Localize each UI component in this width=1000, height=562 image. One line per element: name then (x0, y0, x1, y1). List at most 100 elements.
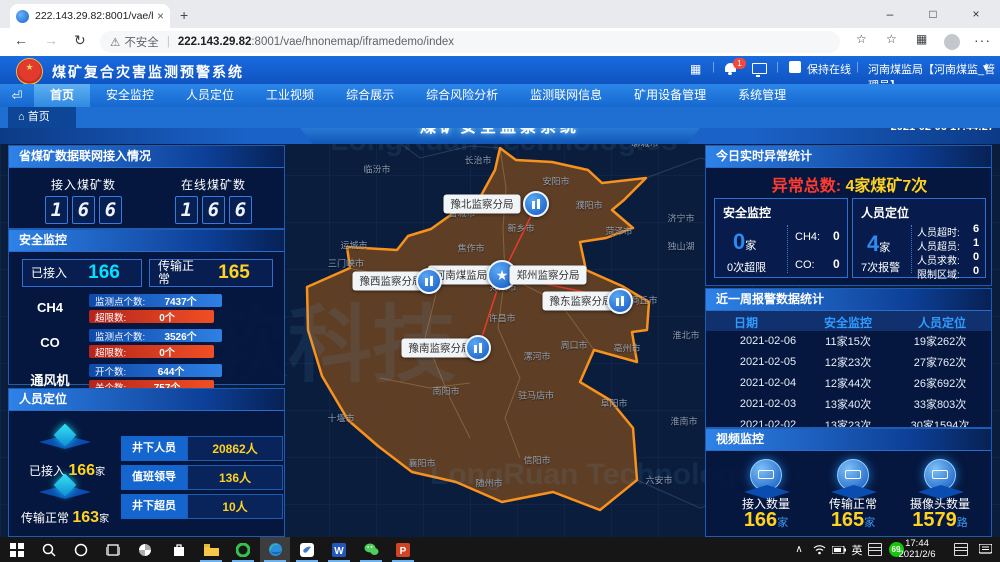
marker-branch-icon[interactable] (523, 191, 549, 217)
task-view-icon[interactable] (98, 537, 128, 562)
table-row-label: 井下人员 (121, 436, 187, 461)
word-icon[interactable]: W (324, 537, 354, 562)
pb-label: 人员超时: (917, 224, 960, 239)
city-label: 临汾市 (363, 163, 390, 176)
wechat-icon[interactable] (356, 537, 386, 562)
taskbar-clock[interactable]: 17:44 2021/2/6 (886, 539, 948, 560)
lbl: 已接入 (29, 464, 65, 478)
browser-tab[interactable]: 222.143.29.82:8001/vae/hnonem × (10, 4, 170, 28)
nav-item-safety[interactable]: 安全监控 (90, 84, 170, 107)
cortana-icon[interactable] (66, 537, 96, 562)
tab-close-icon[interactable]: × (157, 9, 164, 23)
dashboard-main: 龙软科技 LongRuan Technologies LongRuan Tech… (0, 128, 1000, 537)
nav-item-system[interactable]: 系统管理 (722, 84, 802, 107)
time-label: 17:44 (905, 538, 929, 549)
window-minimize-button[interactable]: – (870, 0, 910, 28)
nav-item-person[interactable]: 人员定位 (170, 84, 250, 107)
normal-label: 传输正常 163家 (21, 509, 109, 527)
browser-back-button[interactable]: ← (14, 32, 28, 48)
wifi-icon[interactable] (810, 537, 828, 562)
nav-item-network[interactable]: 监测联网信息 (514, 84, 618, 107)
city-label: 长治市 (464, 154, 491, 167)
file-explorer-icon[interactable] (196, 537, 226, 562)
keyboard-glyph (868, 543, 882, 556)
today-person-box: 人员定位 4家 7次报警 人员超时: 6 人员超员: 1 人员求救: 0 限制区… (852, 198, 986, 278)
bar-monitor-points: 监测点个数:3526个 (89, 329, 222, 342)
digit: 6 (202, 196, 225, 224)
city-label: 独山湖 (667, 240, 694, 253)
wk-date: 2021-02-03 (740, 398, 796, 410)
url-field[interactable]: ⚠ 不安全 | 222.143.29.82:8001/vae/hnonemap/… (100, 31, 840, 53)
anomaly-total: 异常总数: 4家煤矿7次 (706, 172, 993, 196)
nav-back-icon[interactable]: ⏎ (0, 88, 34, 104)
favorites-star-icon[interactable]: ☆ (856, 32, 867, 46)
nav-item-display[interactable]: 综合展示 (330, 84, 410, 107)
powerpoint-icon[interactable]: P (388, 537, 418, 562)
nav-item-equipment[interactable]: 矿用设备管理 (618, 84, 722, 107)
battery-icon[interactable] (830, 537, 848, 562)
marker-label-zhengzhou[interactable]: 郑州监察分局 (510, 266, 587, 285)
nav-item-home[interactable]: 首页 (34, 84, 90, 107)
tray-show-hidden-icon[interactable]: ∧ (790, 537, 808, 562)
wk-date: 2021-02-05 (740, 356, 796, 368)
wk-date: 2021-02-04 (740, 377, 796, 389)
panel-title: 视频监控 (706, 429, 991, 451)
nav-item-risk[interactable]: 综合风险分析 (410, 84, 514, 107)
header-divider: | (712, 61, 715, 73)
notifications-bell-icon[interactable]: 1 (725, 63, 736, 75)
val: 163 (72, 509, 99, 526)
new-tab-button[interactable]: + (180, 7, 188, 23)
panel-week-alarms: 近一周报警数据统计 日期 安全监控 人员定位 2021-02-06 11家15次… (705, 288, 992, 428)
user-chevron-down-icon[interactable]: ▾ (983, 61, 989, 74)
ch4-label: CH4: (795, 231, 820, 243)
home-icon: ⌂ (18, 111, 25, 123)
marker-branch-icon[interactable] (465, 335, 491, 361)
browser-menu-icon[interactable]: ··· (974, 32, 991, 48)
thunder-app-icon[interactable] (292, 537, 322, 562)
bar-fan-on: 开个数:644个 (89, 364, 222, 377)
window-maximize-button[interactable]: □ (913, 0, 953, 28)
marker-branch-icon[interactable] (607, 288, 633, 314)
person-count: 4家 (867, 231, 890, 257)
digit: 6 (72, 196, 95, 224)
val: 166 (68, 462, 95, 479)
start-button[interactable] (2, 537, 32, 562)
tab-groups-icon[interactable]: ▦ (916, 32, 927, 46)
ime-language-indicator[interactable]: 英 (848, 537, 866, 562)
marker-label-north[interactable]: 豫北监察分局 (444, 195, 521, 214)
main-nav: ⏎ 首页 安全监控 人员定位 工业视频 综合展示 综合风险分析 监测联网信息 矿… (0, 84, 1000, 107)
apps-grid-icon[interactable]: ▦ (690, 62, 701, 76)
table-row-value: 10人 (187, 494, 283, 519)
datetime-label: 2021-02-06 17:44:27 (891, 128, 994, 133)
keep-online-checkbox[interactable] (789, 61, 801, 74)
city-label: 三门峡市 (328, 257, 364, 270)
city-label: 新乡市 (507, 222, 534, 235)
city-label: 焦作市 (457, 242, 484, 255)
edge-browser-icon[interactable] (260, 537, 290, 562)
green-browser-icon[interactable] (228, 537, 258, 562)
building-glyph (531, 199, 541, 209)
store-icon[interactable] (164, 537, 194, 562)
bar-label: 监测点个数: (95, 329, 145, 343)
panel-today-anomaly: 今日实时异常统计 异常总数: 4家煤矿7次 安全监控 0家 0次超限 CH4: … (705, 145, 992, 286)
wk-safety: 12家23次 (825, 354, 871, 370)
lbl: 传输正常 (21, 511, 69, 525)
ime-keyboard-icon[interactable] (866, 537, 884, 562)
wk-safety: 13家40次 (825, 396, 871, 412)
breadcrumb-home-tab[interactable]: ⌂ 首页 (8, 107, 76, 128)
group-label: 接入煤矿数 (51, 176, 116, 193)
profile-avatar[interactable] (944, 34, 960, 50)
window-close-button[interactable]: × (956, 0, 996, 28)
digit-display: 166 (45, 196, 126, 224)
tray-app-icon[interactable] (952, 537, 970, 562)
marker-branch-icon[interactable] (416, 268, 442, 294)
collections-icon[interactable]: ☆ (886, 32, 897, 46)
browser-forward-button[interactable]: → (44, 32, 58, 48)
nav-item-video[interactable]: 工业视频 (250, 84, 330, 107)
action-center-icon[interactable] (976, 537, 994, 562)
search-icon[interactable] (34, 537, 64, 562)
monitor-icon[interactable] (752, 63, 767, 77)
pinwheel-app-icon[interactable] (130, 537, 160, 562)
pb-value: 0 (973, 251, 979, 263)
browser-reload-button[interactable]: ↻ (74, 32, 86, 49)
